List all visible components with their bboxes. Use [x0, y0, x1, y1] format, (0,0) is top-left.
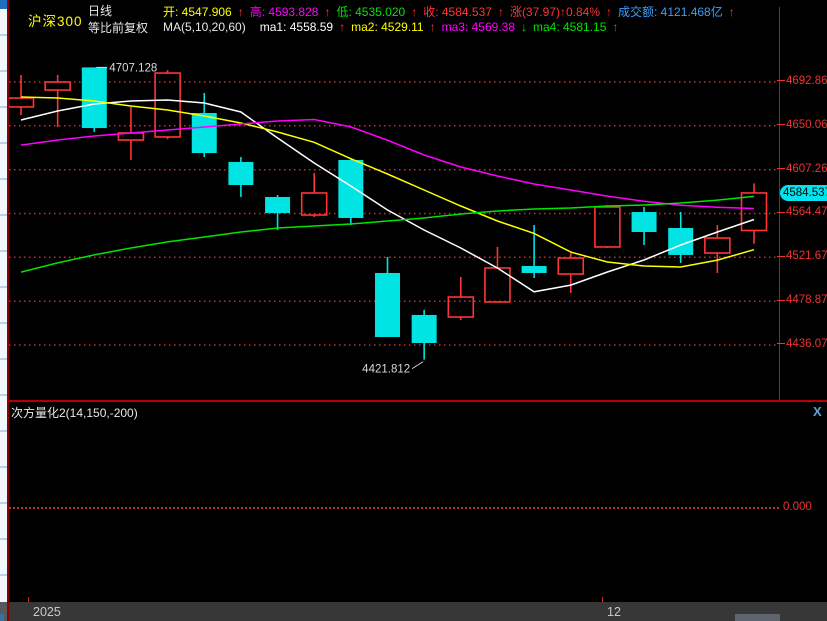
- price-axis-label: 4521.673: [777, 250, 827, 262]
- candle-down: [375, 257, 400, 337]
- candle-up: [45, 75, 70, 127]
- axis-tick: [777, 212, 785, 213]
- price-axis-label: 4650.065: [777, 119, 827, 131]
- change-field: 涨(37.97)↑0.84%: [510, 5, 600, 19]
- up-arrow-icon: ↑: [612, 20, 618, 34]
- ma-settings-label: MA(5,10,20,60): [163, 20, 246, 34]
- period-label[interactable]: 日线: [88, 3, 148, 20]
- candle-up: [9, 75, 34, 115]
- down-arrow-icon: ↓: [521, 20, 527, 34]
- zero-gridline: [9, 507, 779, 509]
- symbol-name[interactable]: 沪深300: [28, 10, 83, 30]
- price-axis-label: 4564.470: [777, 206, 827, 218]
- panel-divider[interactable]: [9, 400, 827, 402]
- low-field: 低: 4535.020: [336, 5, 405, 19]
- turnover-field: 成交额: 4121.468亿: [618, 5, 723, 19]
- background-window-edge-bottom-accent: [0, 614, 4, 621]
- close-field: 收: 4584.537: [423, 5, 492, 19]
- ma3-field: ma3: 4569.38: [442, 20, 515, 34]
- candle-down: [228, 157, 253, 197]
- current-price-tag: 4584.537: [780, 185, 827, 201]
- low-marker-dash: [412, 362, 423, 369]
- low-price-marker: 4421.812: [362, 364, 410, 376]
- candle-up: [595, 205, 620, 248]
- month-label: 12: [607, 605, 621, 619]
- high-price-marker: 4707.128: [109, 62, 157, 74]
- up-arrow-icon: ↑: [324, 5, 330, 19]
- up-arrow-icon: ↑: [729, 5, 735, 19]
- open-field: 开: 4547.906: [163, 5, 232, 19]
- up-arrow-icon: ↑: [498, 5, 504, 19]
- axis-tick: [777, 80, 785, 81]
- candle-down: [668, 212, 693, 263]
- quote-values-row: 开: 4547.906 ↑ 高: 4593.828 ↑ 低: 4535.020 ↑ 收: 4…: [163, 3, 741, 20]
- close-indicator-button[interactable]: X: [813, 404, 822, 419]
- ma-line-ma3: [21, 120, 754, 209]
- high-field: 高: 4593.828: [250, 5, 319, 19]
- current-price-value: 4584.537: [783, 187, 827, 199]
- ma1-field: ma1: 4558.59: [260, 20, 333, 34]
- period-column: 日线 等比前复权: [88, 3, 148, 37]
- axis-tick: [777, 256, 785, 257]
- ma2-field: ma2: 4529.11: [351, 20, 424, 34]
- candle-up: [448, 277, 473, 320]
- ma-values-row: MA(5,10,20,60) ma1: 4558.59 ↑ ma2: 4529.11 ↑…: [163, 20, 624, 34]
- ma4-field: ma4: 4581.15: [533, 20, 606, 34]
- background-window-edge-top: [0, 0, 7, 9]
- candle-down: [265, 195, 290, 230]
- adjust-mode-label[interactable]: 等比前复权: [88, 20, 148, 37]
- background-window-edge: [0, 0, 7, 621]
- candle-up: [485, 247, 510, 303]
- price-axis-label: 4692.862: [777, 75, 827, 87]
- indicator-panel: 次方量化2(14,150,-200) X 0.000: [9, 402, 827, 602]
- up-arrow-icon: ↑: [606, 5, 612, 19]
- desktop: { "header": { "symbol": "沪深300", "symbol…: [0, 0, 827, 621]
- time-axis-bar[interactable]: 2025 12: [9, 602, 827, 621]
- up-arrow-icon: ↑: [238, 5, 244, 19]
- year-label: 2025: [33, 605, 61, 619]
- up-arrow-icon: ↑: [339, 20, 345, 34]
- axis-tick: [777, 168, 785, 169]
- price-axis-label: 4436.078: [777, 338, 827, 350]
- candle-down: [412, 310, 437, 360]
- indicator-title[interactable]: 次方量化2(14,150,-200): [11, 404, 138, 421]
- price-axis-label: 4607.267: [777, 163, 827, 175]
- axis-tick: [777, 300, 785, 301]
- candle-up: [302, 173, 327, 217]
- candle-down: [632, 207, 657, 245]
- up-arrow-icon: ↑: [411, 5, 417, 19]
- price-axis-label: 4478.875: [777, 294, 827, 306]
- zero-axis-label: 0.000: [783, 501, 812, 513]
- month-tick-mark: [602, 597, 603, 602]
- axis-tick: [777, 343, 785, 344]
- quote-header: 沪深300 日线 等比前复权 开: 4547.906↑高: 4593.828↑低…: [9, 0, 827, 40]
- axis-tick: [777, 124, 785, 125]
- candlestick-chart[interactable]: 4707.128 4421.812: [9, 40, 779, 402]
- year-tick-mark: [28, 597, 29, 602]
- scrollbar-thumb[interactable]: [735, 614, 780, 621]
- up-arrow-icon: ↑: [430, 20, 436, 34]
